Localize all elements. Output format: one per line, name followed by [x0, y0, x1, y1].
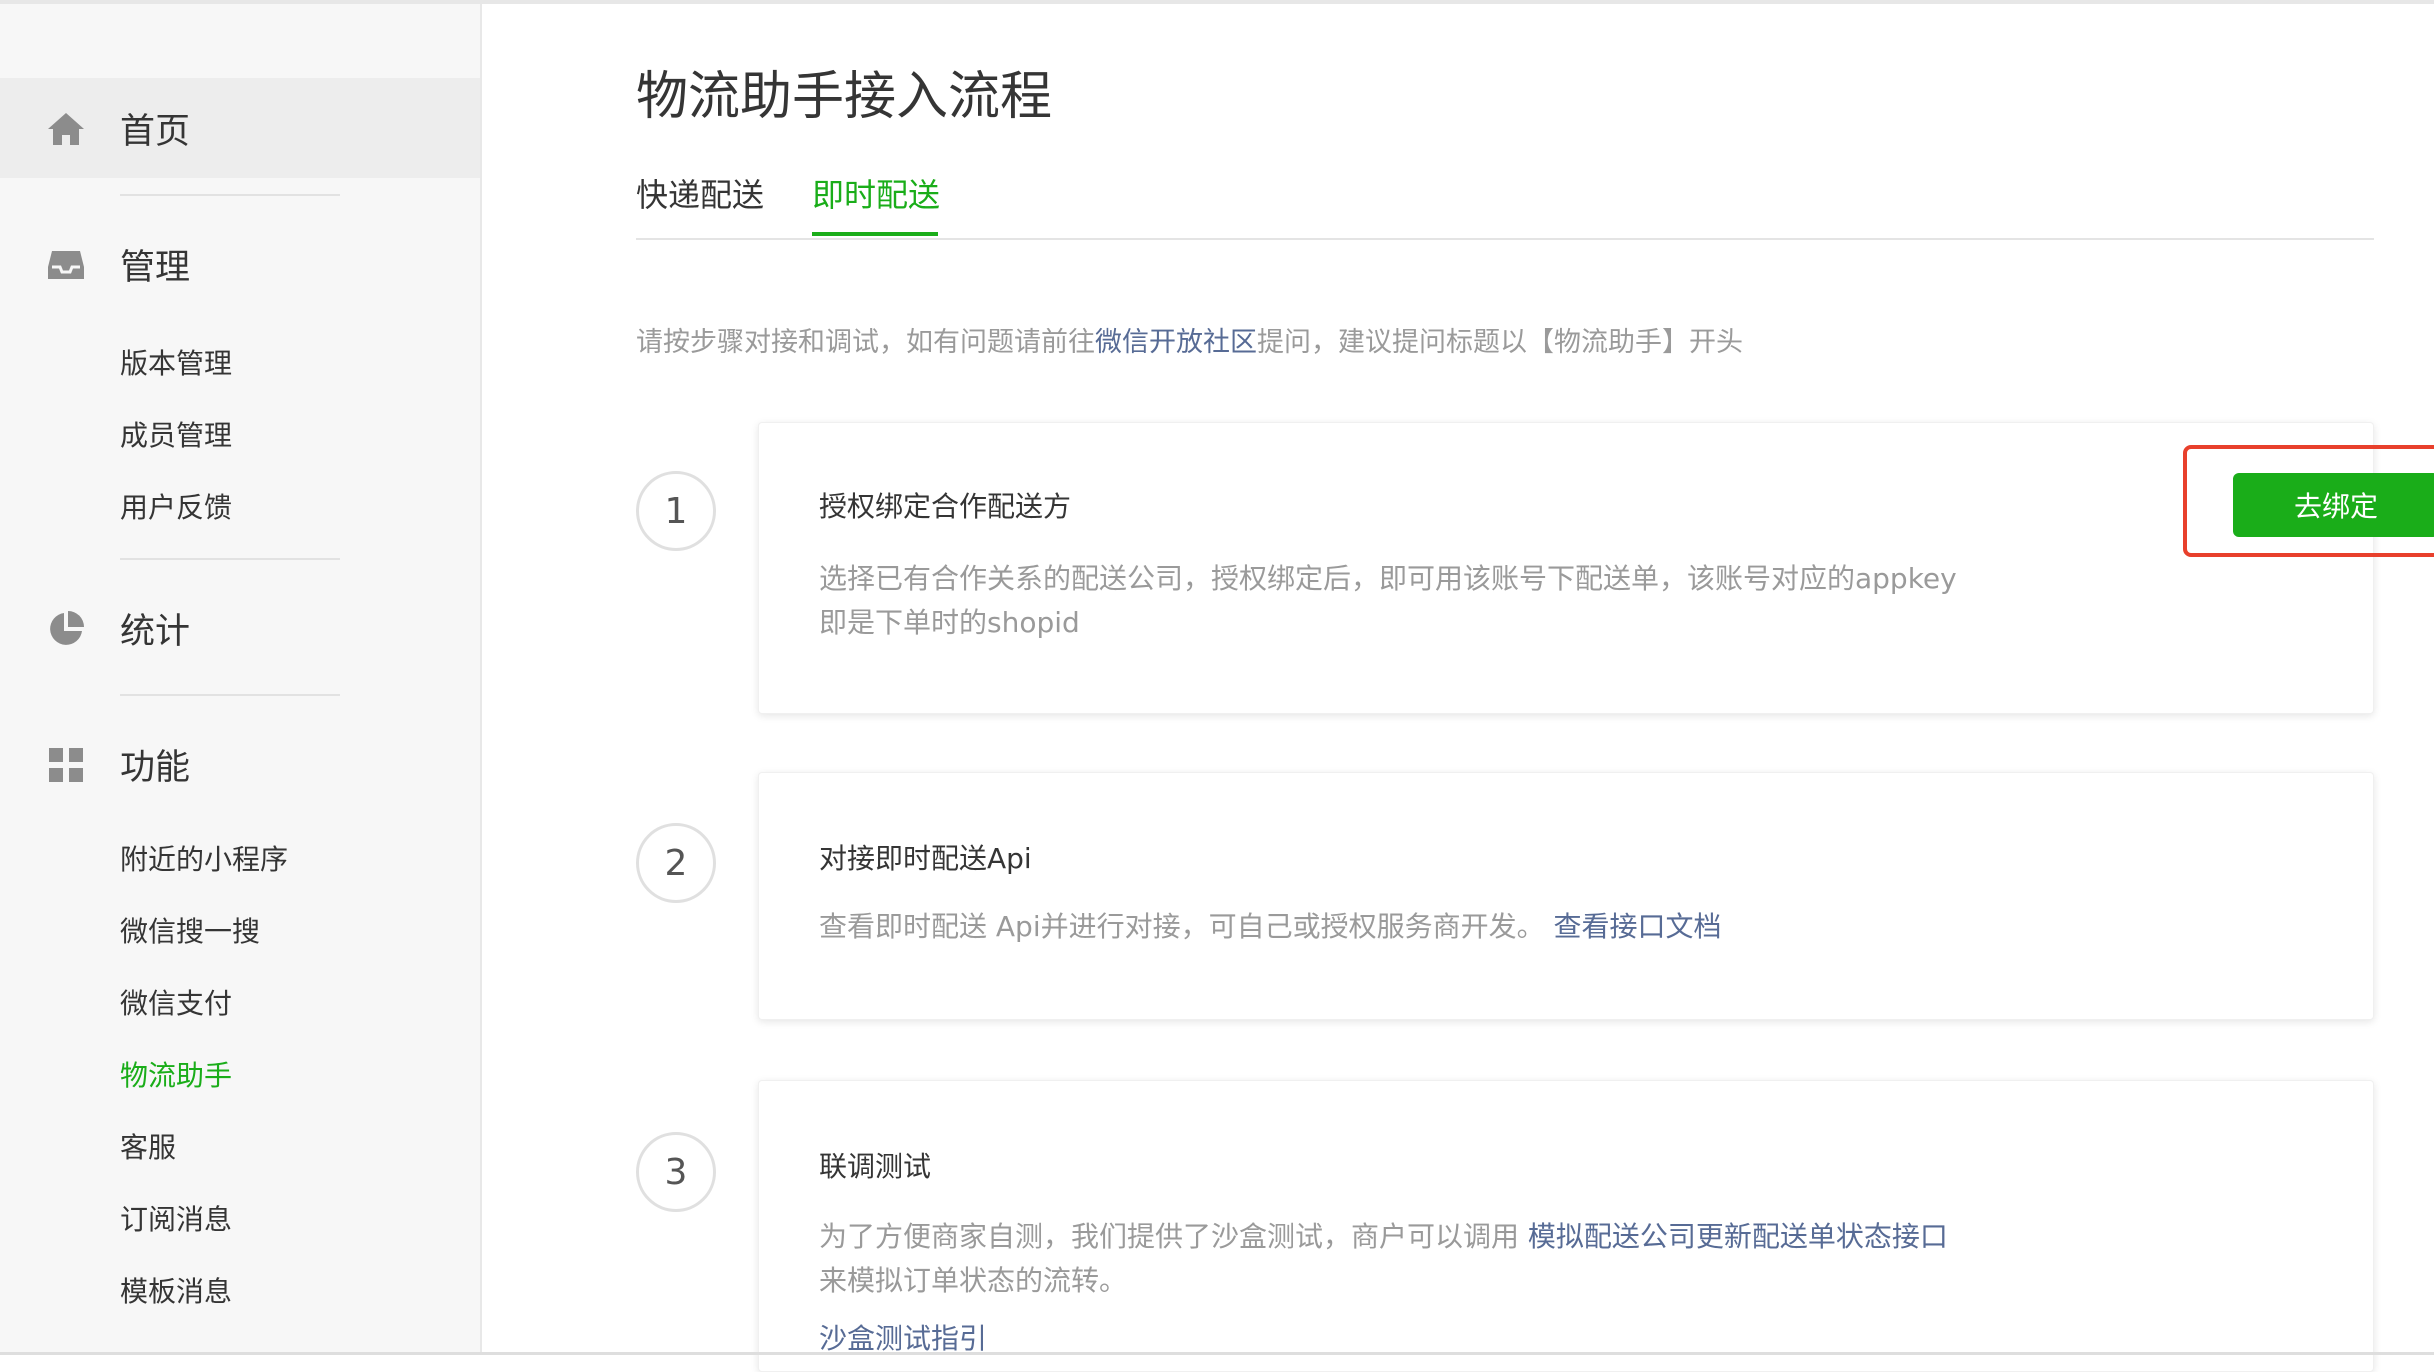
sidebar-divider: [120, 194, 340, 196]
bottom-border: [0, 1352, 2434, 1355]
step-description: 选择已有合作关系的配送公司，授权绑定后，即可用该账号下配送单，该账号对应的app…: [819, 557, 1957, 645]
step-card-api: 对接即时配送Api 查看即时配送 Api并进行对接，可自己或授权服务商开发。 查…: [758, 772, 2374, 1020]
step-number: 1: [636, 471, 716, 551]
sidebar-item-service[interactable]: 客服: [120, 1128, 176, 1168]
desc-line: 选择已有合作关系的配送公司，授权绑定后，即可用该账号下配送单，该账号对应的app…: [819, 562, 1957, 595]
step-title: 对接即时配送Api: [819, 842, 1032, 875]
step-number: 2: [636, 823, 716, 903]
tab-bar: 快递配送 即时配送: [636, 170, 2374, 240]
step-description: 查看即时配送 Api并进行对接，可自己或授权服务商开发。 查看接口文档: [819, 905, 1722, 949]
tab-instant[interactable]: 即时配送: [812, 170, 940, 220]
grid-icon: [49, 748, 83, 782]
sidebar: 首页 管理 版本管理 成员管理 用户反馈 统计 功能 附近的小程序 微信搜一搜 …: [0, 4, 482, 1352]
sidebar-item-home[interactable]: 首页: [0, 78, 480, 178]
sidebar-item-logistics[interactable]: 物流助手: [120, 1056, 232, 1096]
api-doc-link[interactable]: 查看接口文档: [1554, 910, 1722, 943]
sidebar-item-features[interactable]: 功能: [0, 714, 480, 814]
desc-text: 查看即时配送 Api并进行对接，可自己或授权服务商开发。: [819, 910, 1545, 943]
tab-express[interactable]: 快递配送: [636, 170, 764, 220]
active-tab-indicator: [812, 232, 938, 236]
sidebar-item-version[interactable]: 版本管理: [120, 344, 232, 384]
sidebar-item-label: 管理: [120, 247, 191, 288]
highlight-box: 去绑定: [2183, 445, 2434, 557]
hint-text: 请按步骤对接和调试，如有问题请前往: [636, 327, 1095, 358]
sidebar-item-feedback[interactable]: 用户反馈: [120, 488, 232, 528]
home-icon: [48, 113, 84, 145]
sidebar-item-label: 功能: [120, 747, 191, 788]
page-title: 物流助手接入流程: [636, 67, 1053, 127]
desc-text: 为了方便商家自测，我们提供了沙盒测试，商户可以调用: [819, 1220, 1528, 1253]
sidebar-item-label: 首页: [120, 111, 191, 152]
community-link[interactable]: 微信开放社区: [1095, 327, 1257, 358]
desc-line: 即是下单时的shopid: [819, 606, 1080, 639]
sidebar-item-manage[interactable]: 管理: [0, 214, 480, 314]
step-card-bind: 授权绑定合作配送方 选择已有合作关系的配送公司，授权绑定后，即可用该账号下配送单…: [758, 422, 2434, 714]
step-number: 3: [636, 1132, 716, 1212]
desc-line: 来模拟订单状态的流转。: [819, 1264, 1128, 1297]
sidebar-item-pay[interactable]: 微信支付: [120, 984, 232, 1024]
sidebar-item-stats[interactable]: 统计: [0, 578, 480, 678]
sidebar-item-subscribe[interactable]: 订阅消息: [120, 1200, 232, 1240]
step-title: 授权绑定合作配送方: [819, 490, 1072, 523]
sidebar-item-label: 统计: [120, 611, 191, 652]
sidebar-item-search[interactable]: 微信搜一搜: [120, 912, 260, 952]
step-title: 联调测试: [819, 1150, 932, 1183]
sidebar-divider: [120, 558, 340, 560]
bind-button[interactable]: 去绑定: [2233, 473, 2434, 537]
instruction-hint: 请按步骤对接和调试，如有问题请前往微信开放社区提问，建议提问标题以【物流助手】开…: [636, 320, 1743, 359]
hint-text: 提问，建议提问标题以【物流助手】开头: [1257, 327, 1743, 358]
step-card-test: 联调测试 为了方便商家自测，我们提供了沙盒测试，商户可以调用 模拟配送公司更新配…: [758, 1080, 2374, 1372]
pie-chart-icon: [50, 611, 84, 645]
sidebar-item-members[interactable]: 成员管理: [120, 416, 232, 456]
inbox-icon: [48, 251, 84, 279]
sidebar-divider: [120, 694, 340, 696]
sidebar-item-nearby[interactable]: 附近的小程序: [120, 840, 288, 880]
mock-status-api-link[interactable]: 模拟配送公司更新配送单状态接口: [1528, 1220, 1948, 1253]
step-description: 为了方便商家自测，我们提供了沙盒测试，商户可以调用 模拟配送公司更新配送单状态接…: [819, 1215, 1948, 1361]
sidebar-item-template[interactable]: 模板消息: [120, 1272, 232, 1312]
